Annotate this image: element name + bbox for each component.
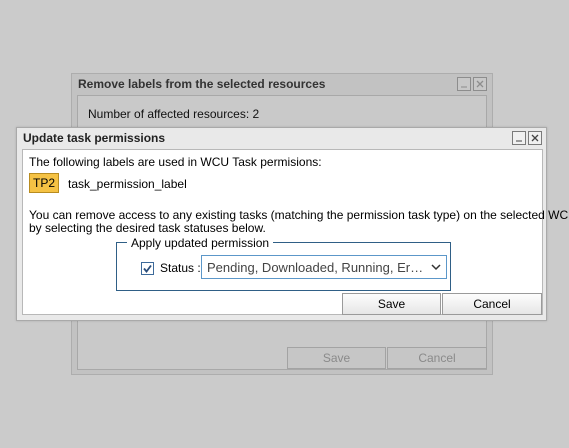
status-checkbox[interactable] [141, 262, 154, 275]
close-icon [531, 134, 539, 142]
background-dialog-title: Remove labels from the selected resource… [78, 77, 326, 91]
description-line-1: You can remove access to any existing ta… [29, 208, 569, 222]
minimize-button[interactable] [512, 131, 526, 145]
affected-resources-text: Number of affected resources: 2 [88, 107, 260, 121]
intro-text: The following labels are used in WCU Tas… [29, 155, 322, 169]
description-line-2: by selecting the desired task statuses b… [29, 221, 266, 235]
fieldset-legend: Apply updated permission [127, 236, 274, 250]
close-button[interactable] [528, 131, 542, 145]
apply-permission-fieldset: Apply updated permission Status : Pendin… [116, 236, 451, 291]
cancel-button[interactable]: Cancel [442, 293, 542, 315]
label-tag-name: task_permission_label [68, 177, 187, 191]
background-close-button[interactable] [473, 77, 487, 91]
checkmark-icon [143, 264, 152, 273]
background-cancel-button[interactable]: Cancel [387, 347, 487, 369]
background-save-button[interactable]: Save [287, 347, 386, 369]
save-button[interactable]: Save [342, 293, 441, 315]
status-label: Status : [160, 261, 201, 275]
update-task-permissions-dialog: Update task permissions The following la… [16, 127, 569, 321]
close-icon [476, 80, 484, 88]
background-minimize-button[interactable] [457, 77, 471, 91]
dialog-title: Update task permissions [23, 131, 166, 145]
minimize-icon [516, 140, 522, 142]
status-select[interactable]: Pending, Downloaded, Running, Error, Pen… [201, 255, 447, 279]
status-select-value: Pending, Downloaded, Running, Error, Pen… [207, 260, 425, 275]
label-tag-badge: TP2 [29, 173, 59, 193]
background-dialog-titlebar: Remove labels from the selected resource… [72, 74, 492, 94]
minimize-icon [461, 86, 467, 88]
dialog-body: The following labels are used in WCU Tas… [22, 149, 569, 315]
chevron-down-icon [431, 264, 441, 271]
